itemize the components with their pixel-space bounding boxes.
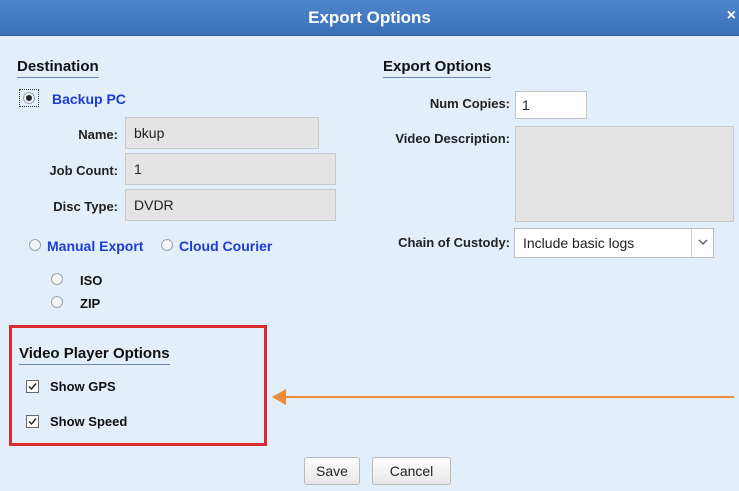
job-count-label: Job Count: [49,163,118,178]
cancel-button[interactable]: Cancel [372,457,451,485]
iso-radio[interactable] [51,273,63,285]
chain-of-custody-value: Include basic logs [523,235,635,251]
video-description-label: Video Description: [395,131,510,146]
disc-type-label: Disc Type: [53,199,118,214]
show-gps-checkbox[interactable] [26,380,39,393]
name-label: Name: [78,127,118,142]
annotation-arrow-head [272,389,286,405]
chevron-down-icon[interactable] [691,229,713,257]
backup-pc-label[interactable]: Backup PC [52,91,126,107]
destination-heading: Destination [17,58,99,78]
show-gps-label[interactable]: Show GPS [50,379,116,394]
disc-type-field[interactable]: DVDR [125,189,336,221]
export-options-heading: Export Options [383,58,492,78]
video-description-textarea[interactable] [515,126,734,222]
chain-of-custody-select[interactable]: Include basic logs [514,228,714,258]
num-copies-input[interactable]: 1 [515,91,587,119]
show-speed-label[interactable]: Show Speed [50,414,127,429]
cloud-courier-label[interactable]: Cloud Courier [179,238,272,254]
title-bar: Export Options × [0,0,739,36]
zip-radio[interactable] [51,296,63,308]
backup-pc-radio[interactable] [23,92,35,104]
cloud-courier-radio[interactable] [161,239,173,251]
save-button[interactable]: Save [304,457,360,485]
video-player-options-heading: Video Player Options [19,345,170,365]
iso-label[interactable]: ISO [80,273,102,288]
chain-of-custody-label: Chain of Custody: [398,235,510,250]
highlight-box [9,325,267,446]
show-speed-checkbox[interactable] [26,415,39,428]
job-count-field[interactable]: 1 [125,153,336,185]
annotation-arrow-line [283,396,734,398]
manual-export-radio[interactable] [29,239,41,251]
name-field[interactable]: bkup [125,117,319,149]
num-copies-label: Num Copies: [429,96,510,111]
close-icon[interactable]: × [727,7,736,25]
zip-label[interactable]: ZIP [80,296,100,311]
dialog-title: Export Options [308,8,431,27]
manual-export-label[interactable]: Manual Export [47,238,143,254]
